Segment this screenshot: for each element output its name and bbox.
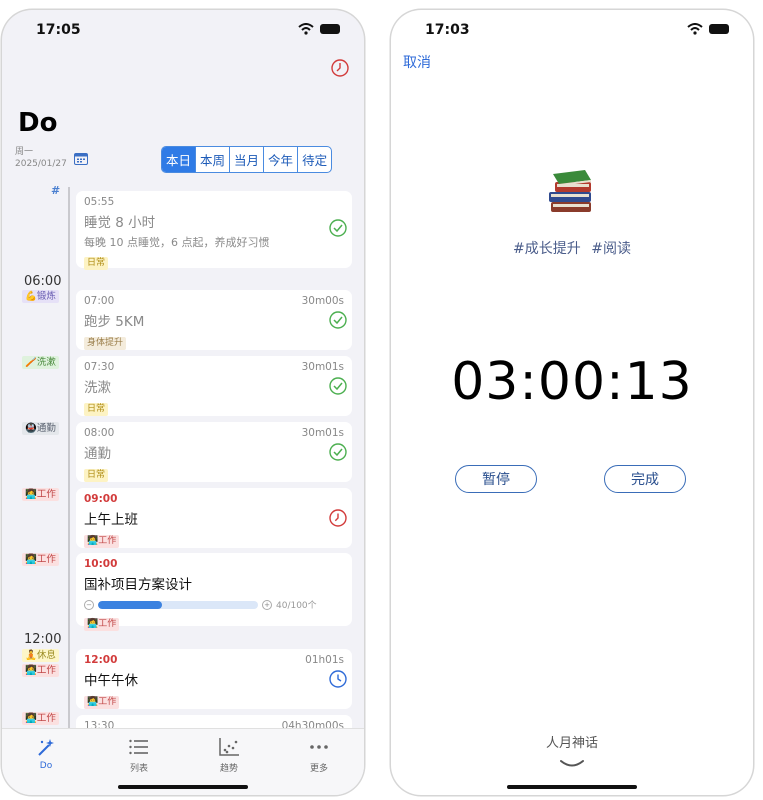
task-tag: 日常 [84, 257, 109, 270]
task-card-wash[interactable]: 07:30 30m01s 洗漱 日常 [76, 356, 352, 416]
magic-wand-icon [38, 739, 54, 756]
tab-label: 列表 [129, 764, 148, 774]
task-title: 国补项目方案设计 [84, 577, 192, 593]
task-card-sleep[interactable]: 05:55 睡觉 8 小时 每晚 10 点睡觉，6 点起，养成好习惯 日常 [76, 191, 352, 270]
home-indicator [507, 785, 637, 789]
tab-label: 趋势 [219, 764, 238, 774]
side-tag-wash: 🪥洗漱 [22, 356, 59, 369]
task-card-project-design[interactable]: 10:00 国补项目方案设计 − + 40/100个 👩‍💻工作 [76, 553, 352, 631]
task-duration: 30m00s [301, 295, 344, 307]
segment-pending[interactable]: 待定 [297, 147, 331, 172]
task-title: 睡觉 8 小时 [84, 215, 156, 231]
home-indicator [118, 785, 248, 789]
segment-year[interactable]: 今年 [263, 147, 297, 172]
tab-label: 更多 [309, 764, 328, 774]
segment-today[interactable]: 本日 [162, 147, 196, 172]
task-title: 跑步 5KM [84, 314, 145, 330]
right-phone-screen: 17:03 取消 #成长提升 #阅读 03:00:13 暂停 完成 人月神话 [391, 10, 753, 795]
books-icon [549, 170, 591, 212]
calendar-icon[interactable] [74, 152, 88, 165]
task-card-commute[interactable]: 08:00 30m01s 通勤 日常 [76, 422, 352, 482]
segment-week[interactable]: 本周 [195, 147, 229, 172]
chevron-down-icon[interactable] [559, 758, 585, 770]
date: 2025/01/27 [15, 159, 67, 169]
tab-more[interactable]: 更多 [289, 737, 349, 774]
tags-row: #成长提升 #阅读 [391, 238, 753, 258]
page-title: Do [18, 108, 58, 138]
weekday: 周一 [15, 147, 34, 157]
status-time: 17:03 [425, 22, 470, 38]
status-icons [687, 23, 729, 35]
task-description: 每晚 10 点睡觉，6 点起，养成好习惯 [84, 236, 270, 249]
task-tag: 👩‍💻工作 [84, 618, 120, 631]
tag-reading: #阅读 [591, 241, 631, 257]
task-duration: 01h01s [305, 654, 344, 666]
task-tag: 👩‍💻工作 [84, 535, 120, 548]
side-tag-work: 👩‍💻工作 [22, 712, 59, 725]
increment-button[interactable]: + [262, 599, 272, 610]
task-title: 通勤 [84, 446, 111, 462]
wifi-icon [687, 23, 703, 35]
date-block: 周一 2025/01/27 [15, 146, 67, 170]
left-phone-screen: 17:05 Do 周一 2025/01/27 本日 本周 当月 今年 待定 # … [2, 10, 364, 795]
tab-do[interactable]: Do [16, 737, 76, 771]
task-title: 洗漱 [84, 380, 111, 396]
task-title: 上午上班 [84, 512, 138, 528]
timeline-hash: # [51, 184, 61, 197]
task-tag: 日常 [84, 469, 109, 482]
decrement-button[interactable]: − [84, 599, 94, 610]
time-label-0600: 06:00 [24, 274, 62, 289]
finish-button[interactable]: 完成 [604, 465, 686, 493]
task-tag: 日常 [84, 403, 109, 416]
tab-list[interactable]: 列表 [109, 737, 169, 774]
progress-fill [98, 600, 162, 609]
current-item-title: 人月神话 [545, 736, 598, 751]
timer-icon[interactable] [329, 509, 347, 527]
task-time: 09:00 [84, 493, 118, 505]
timer-display: 03:00:13 [451, 352, 693, 412]
more-dots-icon [310, 745, 328, 749]
side-tag-work: 👩‍💻工作 [22, 553, 59, 566]
side-tag-exercise: 💪锻炼 [22, 290, 59, 303]
tab-trend[interactable]: 趋势 [199, 737, 259, 774]
check-circle-icon[interactable] [329, 311, 347, 329]
progress-bar [98, 600, 258, 609]
battery-icon [709, 24, 729, 34]
battery-icon [320, 24, 340, 34]
cancel-button[interactable]: 取消 [403, 52, 431, 72]
task-title: 中午午休 [84, 673, 138, 689]
task-card-morning-work[interactable]: 09:00 上午上班 👩‍💻工作 [76, 488, 352, 548]
clock-icon[interactable] [329, 670, 347, 688]
status-time: 17:05 [36, 22, 81, 38]
task-card-run[interactable]: 07:00 30m00s 跑步 5KM 身体提升 [76, 290, 352, 350]
status-icons [298, 23, 340, 35]
task-card-lunch-break[interactable]: 12:00 01h01s 中午午休 👩‍💻工作 [76, 649, 352, 709]
task-duration: 30m01s [301, 427, 344, 439]
task-tag: 👩‍💻工作 [84, 696, 120, 709]
side-tag-commute: 🚇通勤 [22, 422, 59, 435]
timeline-line [68, 187, 70, 747]
list-icon [129, 739, 148, 755]
check-circle-icon[interactable] [329, 443, 347, 461]
task-duration: 30m01s [301, 361, 344, 373]
task-tag: 身体提升 [84, 337, 127, 350]
task-time: 10:00 [84, 558, 118, 570]
scatter-chart-icon [219, 738, 239, 756]
side-tag-work: 👩‍💻工作 [22, 488, 59, 501]
tag-growth: #成长提升 [513, 241, 581, 257]
check-circle-icon[interactable] [329, 377, 347, 395]
segment-month[interactable]: 当月 [229, 147, 263, 172]
check-circle-icon[interactable] [329, 219, 347, 237]
pomodoro-timer-icon[interactable] [330, 58, 350, 78]
range-segmented-control: 本日 本周 当月 今年 待定 [161, 146, 333, 173]
time-label-1200: 12:00 [24, 632, 62, 647]
tab-label: Do [39, 761, 53, 771]
wifi-icon [298, 23, 314, 35]
task-time: 05:55 [84, 196, 115, 208]
progress-row: − + 40/100个 [84, 598, 344, 611]
side-tag-rest: 🧘休息 [22, 649, 59, 662]
progress-count: 40/100个 [276, 601, 317, 611]
side-tag-work: 👩‍💻工作 [22, 664, 59, 677]
pause-button[interactable]: 暂停 [455, 465, 537, 493]
